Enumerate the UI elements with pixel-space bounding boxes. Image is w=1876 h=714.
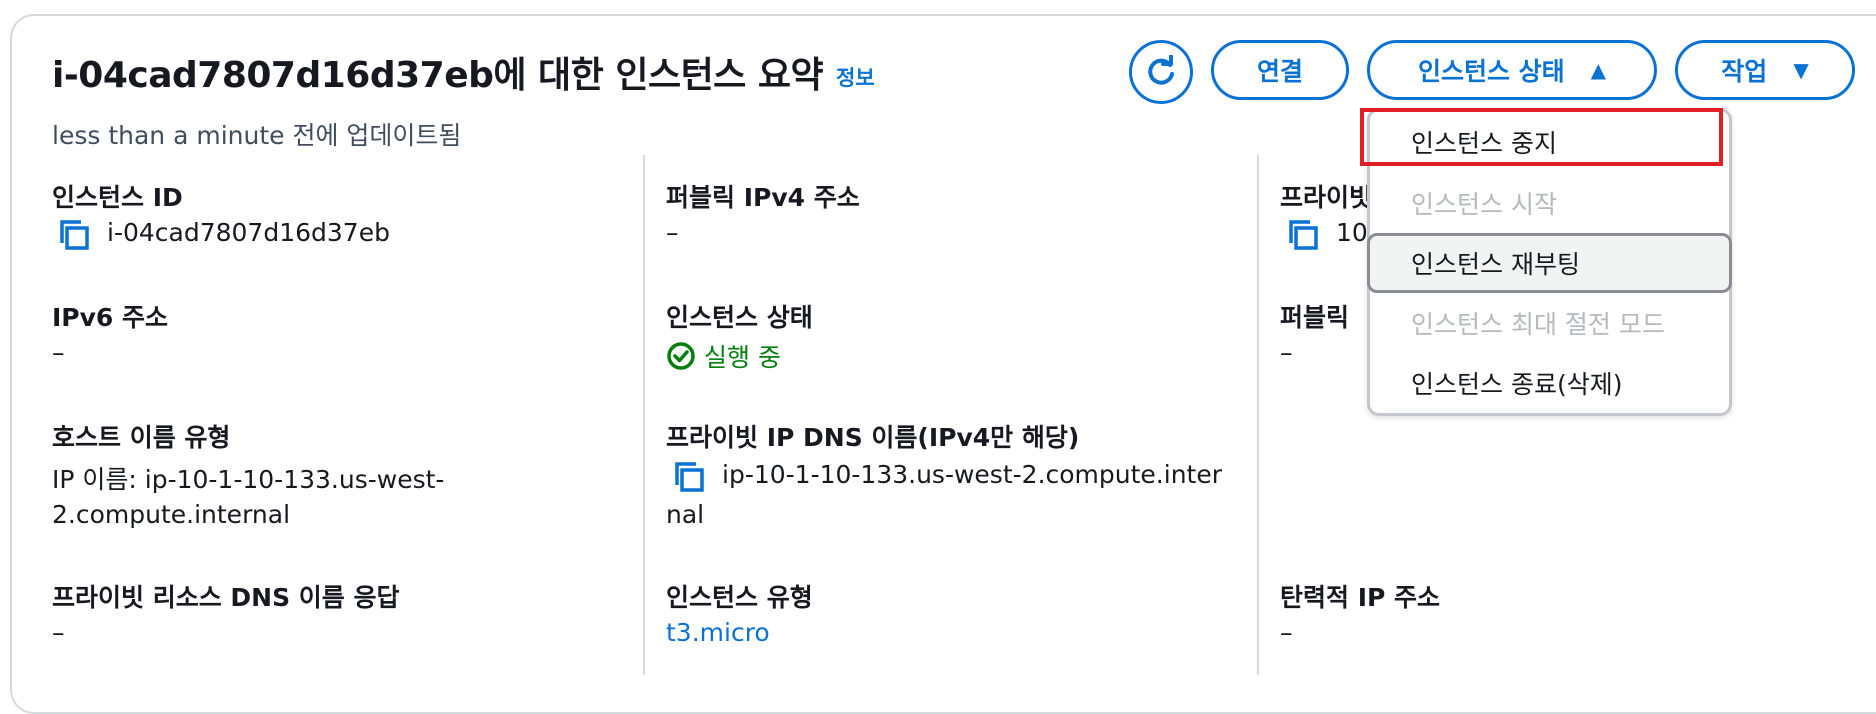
instance-state-label: 인스턴스 상태 bbox=[666, 303, 813, 332]
check-circle-icon bbox=[667, 342, 695, 370]
info-link[interactable]: 정보 bbox=[836, 62, 875, 92]
instance-state-button[interactable]: 인스턴스 상태 ▲ bbox=[1367, 40, 1657, 100]
connect-button-label: 연결 bbox=[1256, 57, 1303, 86]
public-ipv4-value: – bbox=[666, 218, 679, 247]
instance-id-label: 인스턴스 ID bbox=[52, 183, 183, 212]
instance-type-link[interactable]: t3.micro bbox=[666, 618, 770, 647]
actions-button[interactable]: 작업 ▼ bbox=[1675, 40, 1855, 100]
instance-type-label: 인스턴스 유형 bbox=[666, 583, 813, 612]
private-ipv4-label: 프라이빗 bbox=[1280, 183, 1373, 212]
column-divider bbox=[1257, 155, 1259, 675]
hostname-type-value-cont: 2.compute.internal bbox=[52, 500, 291, 529]
private-ip-dns-value: ip-10-1-10-133.us-west-2.compute.inter bbox=[722, 460, 1222, 489]
refresh-button[interactable] bbox=[1129, 40, 1193, 104]
annotation-highlight-box bbox=[1360, 108, 1723, 166]
last-updated-text: less than a minute 전에 업데이트됨 bbox=[52, 121, 462, 150]
public-dns-value: – bbox=[1280, 338, 1293, 367]
page-title: i-04cad7807d16d37eb에 대한 인스턴스 요약 bbox=[52, 55, 824, 96]
refresh-icon bbox=[1148, 55, 1174, 85]
public-dns-label: 퍼블릭 bbox=[1280, 303, 1350, 332]
ipv6-value: – bbox=[52, 338, 65, 367]
private-dns-answer-value: – bbox=[52, 618, 65, 647]
instance-state-button-label: 인스턴스 상태 bbox=[1417, 57, 1565, 86]
column-divider bbox=[643, 155, 645, 675]
copy-icon[interactable] bbox=[1286, 218, 1320, 252]
private-ip-dns-label: 프라이빗 IP DNS 이름(IPv4만 해당) bbox=[666, 423, 1080, 452]
menu-item-start-instance: 인스턴스 시작 bbox=[1411, 190, 1557, 219]
menu-item-terminate-instance[interactable]: 인스턴스 종료(삭제) bbox=[1411, 365, 1622, 401]
caret-down-icon: ▼ bbox=[1793, 58, 1809, 82]
elastic-ip-value: – bbox=[1280, 618, 1293, 647]
copy-icon[interactable] bbox=[672, 460, 706, 494]
instance-state-text: 실행 중 bbox=[704, 343, 781, 372]
private-ipv4-value: 10 bbox=[1336, 218, 1368, 247]
menu-item-reboot-instance[interactable]: 인스턴스 재부팅 bbox=[1411, 245, 1580, 281]
actions-button-label: 작업 bbox=[1721, 57, 1768, 86]
public-ipv4-label: 퍼블릭 IPv4 주소 bbox=[666, 183, 860, 212]
menu-item-hibernate-instance: 인스턴스 최대 절전 모드 bbox=[1411, 310, 1665, 339]
hostname-type-label: 호스트 이름 유형 bbox=[52, 423, 231, 452]
instance-id-value: i-04cad7807d16d37eb bbox=[107, 218, 390, 247]
ipv6-label: IPv6 주소 bbox=[52, 303, 169, 332]
private-ip-dns-value-cont: nal bbox=[666, 500, 705, 529]
elastic-ip-label: 탄력적 IP 주소 bbox=[1280, 583, 1441, 612]
caret-up-icon: ▲ bbox=[1590, 58, 1607, 82]
instance-state-value: 실행 중 bbox=[666, 338, 781, 374]
connect-button[interactable]: 연결 bbox=[1211, 40, 1349, 100]
private-dns-answer-label: 프라이빗 리소스 DNS 이름 응답 bbox=[52, 583, 400, 612]
hostname-type-value: IP 이름: ip-10-1-10-133.us-west- bbox=[52, 465, 445, 494]
copy-icon[interactable] bbox=[57, 218, 91, 252]
